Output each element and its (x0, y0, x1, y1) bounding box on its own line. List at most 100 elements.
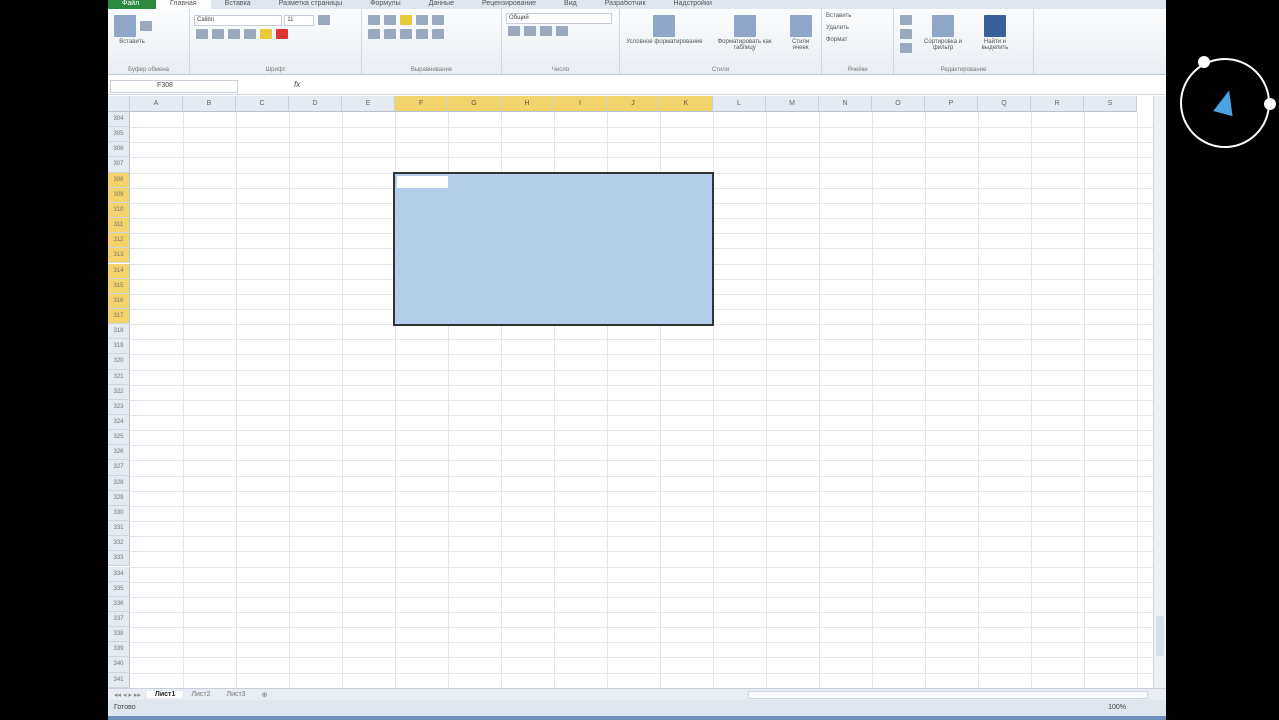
cell-styles-button[interactable]: Стили ячеек (784, 13, 817, 70)
ribbon-tab[interactable]: Надстройки (660, 0, 726, 9)
column-header[interactable]: B (183, 96, 236, 112)
column-header[interactable]: G (448, 96, 501, 112)
selection-range[interactable] (393, 171, 714, 327)
wrap-text-icon[interactable] (432, 15, 444, 25)
align-middle-icon[interactable] (384, 15, 396, 25)
sheet-tab[interactable]: Лист1 (146, 691, 184, 698)
fill-icon[interactable] (900, 29, 912, 39)
align-left-icon[interactable] (368, 29, 380, 39)
row-header[interactable]: 320 (108, 354, 130, 370)
currency-icon[interactable] (508, 26, 520, 36)
row-header[interactable]: 318 (108, 324, 130, 340)
row-header[interactable]: 323 (108, 399, 130, 415)
ribbon-tab[interactable]: Рецензирование (468, 0, 550, 9)
align-bottom-icon[interactable] (400, 15, 412, 25)
row-header[interactable]: 305 (108, 127, 130, 143)
row-header[interactable]: 330 (108, 505, 130, 522)
cut-icon[interactable] (140, 21, 152, 31)
comma-icon[interactable] (540, 26, 552, 36)
ribbon-tab[interactable]: Разработчик (591, 0, 660, 9)
paste-icon[interactable] (114, 15, 136, 37)
insert-cells-button[interactable]: Вставить (826, 13, 889, 19)
font-size-select[interactable]: 11 (284, 14, 315, 26)
column-header[interactable]: P (925, 96, 978, 112)
ribbon-tab[interactable]: Файл (108, 0, 156, 9)
row-header[interactable]: 331 (108, 521, 130, 537)
column-header[interactable]: H (501, 96, 554, 112)
row-header[interactable]: 324 (108, 415, 130, 431)
row-header[interactable]: 309 (108, 187, 130, 203)
name-box[interactable]: F308 (110, 80, 238, 93)
delete-cells-button[interactable]: Удалить (826, 25, 889, 31)
row-header[interactable]: 311 (108, 218, 130, 234)
autosum-icon[interactable] (900, 15, 912, 25)
vertical-scrollbar[interactable] (1153, 96, 1166, 688)
orientation-icon[interactable] (416, 15, 428, 25)
scroll-thumb[interactable] (1156, 616, 1164, 656)
conditional-formatting-button[interactable]: Условное форматирование (624, 13, 705, 70)
column-header[interactable]: D (289, 96, 342, 112)
sort-filter-button[interactable]: Сортировка и фильтр (918, 13, 968, 70)
format-cells-button[interactable]: Формат (826, 37, 889, 43)
column-header[interactable]: M (766, 96, 819, 112)
italic-icon[interactable] (212, 29, 224, 39)
ribbon-tab[interactable]: Данные (415, 0, 468, 9)
row-header[interactable]: 335 (108, 581, 130, 597)
align-top-icon[interactable] (368, 15, 380, 25)
row-header[interactable]: 319 (108, 339, 130, 355)
row-header[interactable]: 310 (108, 202, 130, 219)
column-header[interactable]: F (395, 96, 448, 112)
select-all-corner[interactable] (108, 96, 130, 112)
bold-icon[interactable] (196, 29, 208, 39)
insert-sheet-icon[interactable]: ⊕ (254, 691, 276, 699)
row-header[interactable]: 328 (108, 475, 130, 491)
sheet-nav-arrows[interactable]: ◂◂ ◂ ▸ ▸▸ (108, 691, 147, 699)
column-header[interactable]: A (130, 96, 183, 112)
ribbon-tab[interactable]: Главная (156, 0, 211, 9)
indent-icon[interactable] (416, 29, 428, 39)
ribbon-tab[interactable]: Вставка (211, 0, 265, 9)
row-header[interactable]: 340 (108, 657, 130, 673)
row-header[interactable]: 314 (108, 263, 130, 279)
fx-icon[interactable]: fx (294, 80, 300, 89)
row-header[interactable]: 308 (108, 172, 130, 188)
row-header[interactable]: 322 (108, 384, 130, 400)
find-select-button[interactable]: Найти и выделить (972, 13, 1018, 70)
row-header[interactable]: 327 (108, 460, 130, 476)
active-cell[interactable] (397, 175, 448, 188)
column-header[interactable]: E (342, 96, 395, 112)
ribbon-tab[interactable]: Формулы (356, 0, 414, 9)
column-header[interactable]: I (554, 96, 607, 112)
row-header[interactable]: 326 (108, 445, 130, 461)
column-header[interactable]: Q (978, 96, 1031, 112)
font-color-icon[interactable] (276, 29, 288, 39)
row-header[interactable]: 332 (108, 536, 130, 552)
sheet-tab[interactable]: Лист2 (183, 691, 218, 698)
row-header[interactable]: 333 (108, 551, 130, 567)
row-header[interactable]: 325 (108, 430, 130, 446)
align-center-icon[interactable] (384, 29, 396, 39)
ribbon-tab[interactable]: Разметка страницы (265, 0, 357, 9)
row-header[interactable]: 313 (108, 248, 130, 264)
row-header[interactable]: 334 (108, 566, 130, 582)
paste-button[interactable]: Вставить (112, 39, 152, 45)
clear-icon[interactable] (900, 43, 912, 53)
column-header[interactable]: S (1084, 96, 1137, 112)
zoom-level[interactable]: 100% (1108, 700, 1126, 716)
fill-color-icon[interactable] (260, 29, 272, 39)
row-header[interactable]: 317 (108, 308, 130, 325)
number-format-select[interactable]: Общий (506, 13, 612, 24)
row-header[interactable]: 315 (108, 278, 130, 294)
column-header[interactable]: O (872, 96, 925, 112)
decimal-icon[interactable] (556, 26, 568, 36)
row-header[interactable]: 336 (108, 596, 130, 612)
horizontal-scrollbar[interactable] (748, 691, 1148, 699)
row-header[interactable]: 329 (108, 490, 130, 506)
sheet-tab[interactable]: Лист3 (218, 691, 253, 698)
ribbon-tab[interactable]: Вид (550, 0, 591, 9)
formula-input[interactable] (308, 80, 1156, 93)
row-header[interactable]: 337 (108, 611, 130, 628)
column-header[interactable]: C (236, 96, 289, 112)
row-header[interactable]: 304 (108, 112, 130, 128)
row-header[interactable]: 307 (108, 157, 130, 173)
